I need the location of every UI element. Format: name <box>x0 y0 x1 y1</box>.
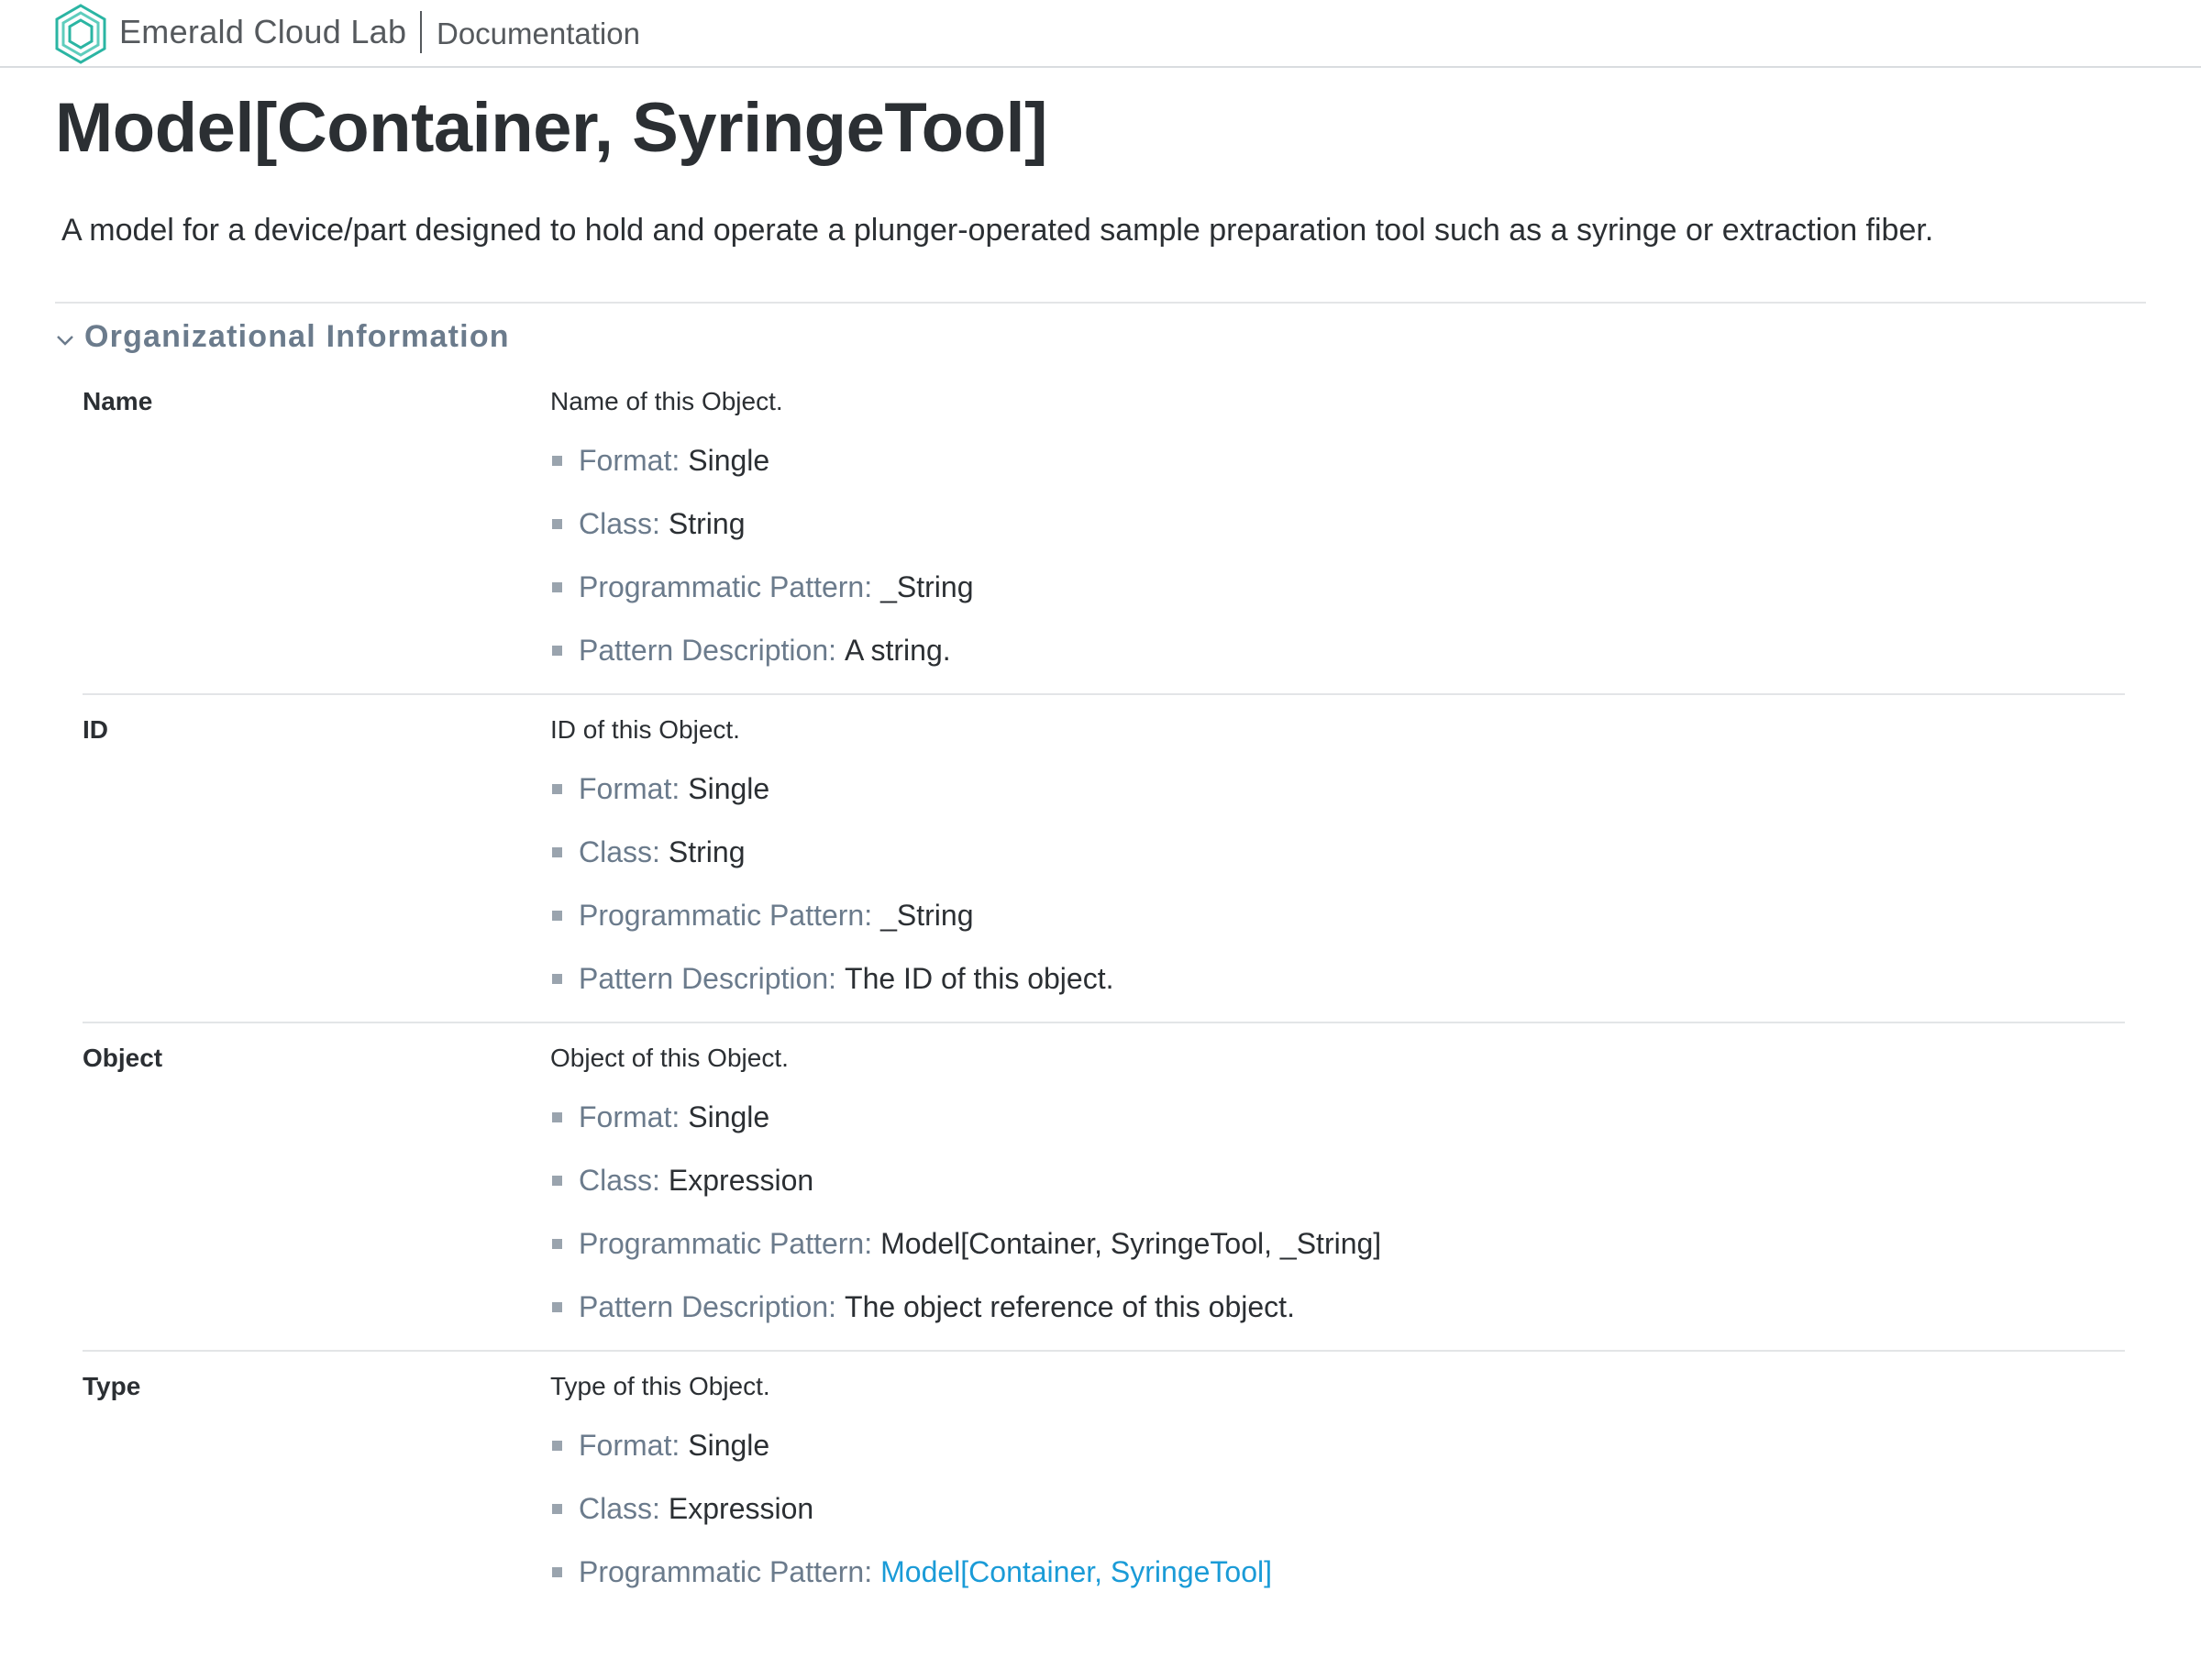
programmatic-pattern-label: Programmatic Pattern: <box>579 570 873 603</box>
pattern-description-value: The object reference of this object. <box>845 1290 1295 1323</box>
format-value: Single <box>688 1100 770 1133</box>
field-details: Object of this Object. Format: Single Cl… <box>550 1044 1381 1339</box>
class-property: Class: Expression <box>550 1477 1272 1541</box>
pattern-description-label: Pattern Description: <box>579 634 837 667</box>
bullet-icon <box>552 646 562 656</box>
programmatic-pattern-value: _String <box>880 570 974 603</box>
class-property: Class: String <box>550 821 1113 884</box>
format-label: Format: <box>579 1100 680 1133</box>
bullet-icon <box>552 1567 562 1577</box>
page-title: Model[Container, SyringeTool] <box>55 89 1047 167</box>
class-label: Class: <box>579 1164 660 1197</box>
format-value: Single <box>688 772 770 805</box>
bullet-icon <box>552 847 562 857</box>
format-label: Format: <box>579 444 680 477</box>
programmatic-pattern-property: Programmatic Pattern: Model[Container, S… <box>550 1212 1381 1276</box>
format-value: Single <box>688 1429 770 1462</box>
class-value: String <box>668 835 746 868</box>
format-label: Format: <box>579 772 680 805</box>
brand-divider <box>420 11 422 53</box>
field-name: Name <box>83 387 153 415</box>
bullet-icon <box>552 974 562 984</box>
section-divider <box>55 302 2146 304</box>
programmatic-pattern-label: Programmatic Pattern: <box>579 1555 873 1588</box>
programmatic-pattern-property: Programmatic Pattern: _String <box>550 556 974 619</box>
bullet-icon <box>552 1441 562 1451</box>
field-row-id: ID ID of this Object. Format: Single Cla… <box>83 695 2125 1023</box>
format-label: Format: <box>579 1429 680 1462</box>
field-details: Type of this Object. Format: Single Clas… <box>550 1372 1272 1604</box>
field-name: Object <box>83 1044 163 1072</box>
documentation-link[interactable]: Documentation <box>437 17 640 51</box>
format-property: Format: Single <box>550 1086 1381 1149</box>
format-property: Format: Single <box>550 429 974 492</box>
class-label: Class: <box>579 835 660 868</box>
field-description: Name of this Object. <box>550 387 783 415</box>
bullet-icon <box>552 911 562 921</box>
pattern-description-property: Pattern Description: A string. <box>550 619 974 682</box>
bullet-icon <box>552 582 562 592</box>
format-property: Format: Single <box>550 757 1113 821</box>
field-list: Name Name of this Object. Format: Single… <box>83 367 2125 1680</box>
bullet-icon <box>552 1112 562 1122</box>
class-value: String <box>668 507 746 540</box>
section-title: Organizational Information <box>84 319 510 354</box>
bullet-icon <box>552 1302 562 1312</box>
pattern-description-label: Pattern Description: <box>579 1290 837 1323</box>
field-details: ID of this Object. Format: Single Class:… <box>550 715 1113 1011</box>
programmatic-pattern-link[interactable]: Model[Container, SyringeTool] <box>880 1555 1272 1589</box>
field-description: Object of this Object. <box>550 1044 789 1072</box>
emerald-hexagon-logo-icon[interactable] <box>53 4 108 64</box>
class-value: Expression <box>668 1164 814 1197</box>
field-row-name: Name Name of this Object. Format: Single… <box>83 367 2125 695</box>
class-label: Class: <box>579 1492 660 1525</box>
field-details: Name of this Object. Format: Single Clas… <box>550 387 974 682</box>
pattern-description-label: Pattern Description: <box>579 962 837 995</box>
bullet-icon <box>552 1176 562 1186</box>
class-value: Expression <box>668 1492 814 1525</box>
programmatic-pattern-value: Model[Container, SyringeTool, _String] <box>880 1227 1382 1260</box>
chevron-down-icon <box>57 335 73 346</box>
format-property: Format: Single <box>550 1414 1272 1477</box>
page-description: A model for a device/part designed to ho… <box>61 213 1934 248</box>
brand-name[interactable]: Emerald Cloud Lab <box>119 13 406 51</box>
class-property: Class: Expression <box>550 1149 1381 1212</box>
bullet-icon <box>552 456 562 466</box>
class-label: Class: <box>579 507 660 540</box>
pattern-description-property: Pattern Description: The object referenc… <box>550 1276 1381 1339</box>
field-name: Type <box>83 1372 141 1400</box>
programmatic-pattern-label: Programmatic Pattern: <box>579 1227 873 1260</box>
programmatic-pattern-property: Programmatic Pattern: Model[Container, S… <box>550 1541 1272 1604</box>
programmatic-pattern-property: Programmatic Pattern: _String <box>550 884 1113 947</box>
pattern-description-value: A string. <box>845 634 951 667</box>
bullet-icon <box>552 1504 562 1514</box>
programmatic-pattern-label: Programmatic Pattern: <box>579 899 873 932</box>
field-description: ID of this Object. <box>550 715 740 744</box>
bullet-icon <box>552 1239 562 1249</box>
pattern-description-property: Pattern Description: The ID of this obje… <box>550 947 1113 1011</box>
top-navigation-bar: Emerald Cloud Lab Documentation <box>0 0 2201 68</box>
field-row-object: Object Object of this Object. Format: Si… <box>83 1023 2125 1352</box>
field-description: Type of this Object. <box>550 1372 770 1400</box>
section-toggle-organizational-information[interactable]: Organizational Information <box>55 319 510 355</box>
field-row-type: Type Type of this Object. Format: Single… <box>83 1352 2125 1680</box>
programmatic-pattern-value: _String <box>880 899 974 932</box>
bullet-icon <box>552 519 562 529</box>
bullet-icon <box>552 784 562 794</box>
class-property: Class: String <box>550 492 974 556</box>
field-name: ID <box>83 715 108 744</box>
format-value: Single <box>688 444 770 477</box>
pattern-description-value: The ID of this object. <box>845 962 1114 995</box>
